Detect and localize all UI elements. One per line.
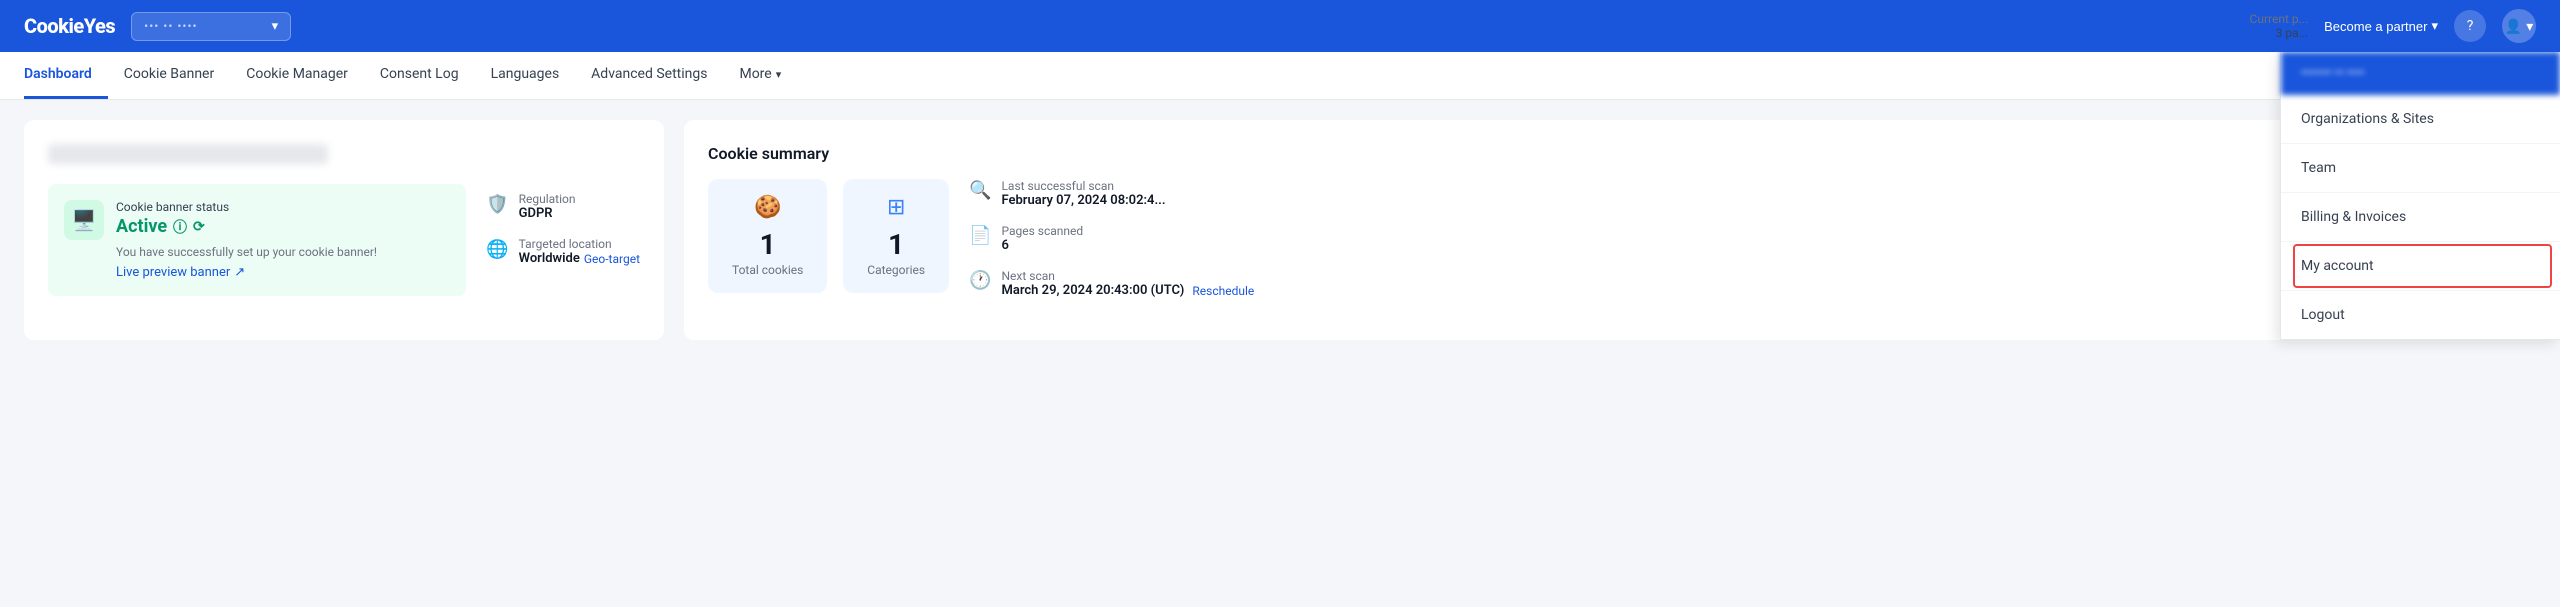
pages-scanned-label: Pages scanned: [1001, 224, 1083, 238]
categories-label: Categories: [867, 263, 925, 277]
clock-icon: 🕐: [969, 270, 991, 291]
categories-number: 1: [888, 228, 904, 261]
refresh-icon: ⟳: [193, 219, 205, 235]
top-bar-left: CookieYes ••• •• •••• ▾: [24, 12, 291, 41]
user-avatar-button[interactable]: 👤 ▾: [2502, 9, 2536, 43]
chevron-down-icon: ▾: [272, 19, 279, 34]
cookie-summary-content: 🍪 1 Total cookies ⊞ 1 Categories 🔍 Last: [708, 179, 2512, 313]
geo-target-link[interactable]: Geo-target: [584, 252, 640, 266]
info-icon: ⓘ: [173, 217, 187, 237]
last-scan-content: Last successful scan February 07, 2024 0…: [1001, 179, 1165, 208]
site-selector-text: ••• •• ••••: [144, 19, 197, 33]
status-label: Cookie banner status: [116, 200, 450, 214]
pages-scanned-content: Pages scanned 6: [1001, 224, 1083, 253]
targeted-location-label: Targeted location: [519, 237, 640, 251]
next-scan-item: 🕐 Next scan March 29, 2024 20:43:00 (UTC…: [969, 269, 1254, 298]
shield-icon: 🛡️: [486, 194, 508, 215]
dropdown-item-organizations[interactable]: Organizations & Sites: [2281, 95, 2560, 144]
scan-info-section: 🔍 Last successful scan February 07, 2024…: [969, 179, 1254, 313]
user-dropdown-menu: ••••••• •• •••• Organizations & Sites Te…: [2280, 52, 2560, 340]
regulation-section: 🛡️ Regulation GDPR 🌐 Targeted location W…: [486, 184, 640, 266]
total-cookies-number: 1: [760, 228, 776, 261]
targeted-location-item: 🌐 Targeted location Worldwide Geo-target: [486, 237, 640, 266]
next-scan-label: Next scan: [1001, 269, 1254, 283]
site-selector[interactable]: ••• •• •••• ▾: [131, 12, 291, 41]
top-bar: CookieYes ••• •• •••• ▾ Current p... 3 p…: [0, 0, 2560, 52]
nav-item-cookie-manager[interactable]: Cookie Manager: [230, 52, 364, 99]
nav-items: Dashboard Cookie Banner Cookie Manager C…: [24, 52, 797, 99]
current-plan-label: Current p...: [2250, 12, 2309, 26]
dropdown-item-my-account[interactable]: My account: [2281, 242, 2560, 291]
dropdown-item-logout[interactable]: Logout: [2281, 291, 2560, 339]
chevron-down-icon: ▾: [776, 68, 782, 81]
dropdown-item-billing[interactable]: Billing & Invoices: [2281, 193, 2560, 242]
regulation-value: GDPR: [519, 206, 576, 221]
document-icon: 📄: [969, 225, 991, 246]
banner-status-icon: 🖥️: [64, 200, 104, 240]
targeted-location-value: Worldwide: [519, 251, 580, 266]
last-scan-label: Last successful scan: [1001, 179, 1165, 193]
chevron-down-icon: ▾: [2431, 18, 2438, 34]
nav-item-dashboard[interactable]: Dashboard: [24, 52, 108, 99]
grid-icon: ⊞: [887, 195, 905, 220]
current-plan-value: 3 pa...: [2250, 26, 2309, 40]
cookie-cards-section: 🍪 1 Total cookies ⊞ 1 Categories: [708, 179, 949, 313]
regulation-item: 🛡️ Regulation GDPR: [486, 192, 640, 221]
external-link-icon: ↗: [234, 265, 245, 280]
regulation-content: Regulation GDPR: [519, 192, 576, 221]
status-content: Cookie banner status Active ⓘ ⟳ You have…: [116, 200, 450, 280]
become-partner-label: Become a partner: [2324, 19, 2427, 34]
cookie-cards: 🍪 1 Total cookies ⊞ 1 Categories: [708, 179, 949, 293]
pages-scanned-item: 📄 Pages scanned 6: [969, 224, 1254, 253]
globe-icon: 🌐: [486, 239, 508, 260]
help-icon[interactable]: ?: [2454, 10, 2486, 42]
left-panel: 🖥️ Cookie banner status Active ⓘ ⟳ You h…: [24, 120, 664, 340]
nav-item-consent-log[interactable]: Consent Log: [364, 52, 475, 99]
cookie-summary-title: Cookie summary: [708, 144, 2512, 163]
status-active: Active ⓘ ⟳: [116, 216, 450, 237]
right-panel: Cookie summary 🍪 1 Total cookies ⊞ 1 Cat…: [684, 120, 2536, 340]
total-cookies-card: 🍪 1 Total cookies: [708, 179, 827, 293]
next-scan-value-row: March 29, 2024 20:43:00 (UTC) Reschedule: [1001, 283, 1254, 298]
targeted-location-value-row: Worldwide Geo-target: [519, 251, 640, 266]
last-scan-value: February 07, 2024 08:02:4...: [1001, 193, 1165, 208]
main-content: 🖥️ Cookie banner status Active ⓘ ⟳ You h…: [0, 100, 2560, 360]
secondary-nav: Dashboard Cookie Banner Cookie Manager C…: [0, 52, 2560, 100]
cookie-icon: 🍪: [754, 195, 781, 220]
become-partner-button[interactable]: Become a partner ▾: [2324, 18, 2438, 34]
live-preview-link[interactable]: Live preview banner ↗: [116, 265, 450, 280]
reschedule-link[interactable]: Reschedule: [1192, 284, 1254, 298]
status-description: You have successfully set up your cookie…: [116, 245, 450, 259]
dropdown-header-blurred: ••••••• •• ••••: [2281, 52, 2560, 95]
nav-item-cookie-banner[interactable]: Cookie Banner: [108, 52, 230, 99]
nav-item-more[interactable]: More ▾: [723, 52, 797, 99]
total-cookies-label: Total cookies: [732, 263, 803, 277]
dropdown-item-team[interactable]: Team: [2281, 144, 2560, 193]
status-card: 🖥️ Cookie banner status Active ⓘ ⟳ You h…: [48, 184, 466, 296]
last-scan-item: 🔍 Last successful scan February 07, 2024…: [969, 179, 1254, 208]
current-plan: Current p... 3 pa...: [2250, 12, 2309, 40]
top-bar-right: Current p... 3 pa... Become a partner ▾ …: [2250, 9, 2536, 43]
nav-item-advanced-settings[interactable]: Advanced Settings: [575, 52, 723, 99]
location-content: Targeted location Worldwide Geo-target: [519, 237, 640, 266]
next-scan-value: March 29, 2024 20:43:00 (UTC): [1001, 283, 1184, 298]
chevron-down-icon: ▾: [2526, 18, 2533, 35]
regulation-label: Regulation: [519, 192, 576, 206]
site-title-blurred: [48, 144, 328, 164]
nav-item-languages[interactable]: Languages: [475, 52, 576, 99]
categories-card: ⊞ 1 Categories: [843, 179, 949, 293]
current-plan-info: Current p... 3 pa...: [2250, 12, 2309, 40]
user-icon: 👤: [2505, 18, 2522, 35]
pages-scanned-value: 6: [1001, 238, 1083, 253]
search-icon: 🔍: [969, 180, 991, 201]
next-scan-content: Next scan March 29, 2024 20:43:00 (UTC) …: [1001, 269, 1254, 298]
logo: CookieYes: [24, 14, 115, 38]
